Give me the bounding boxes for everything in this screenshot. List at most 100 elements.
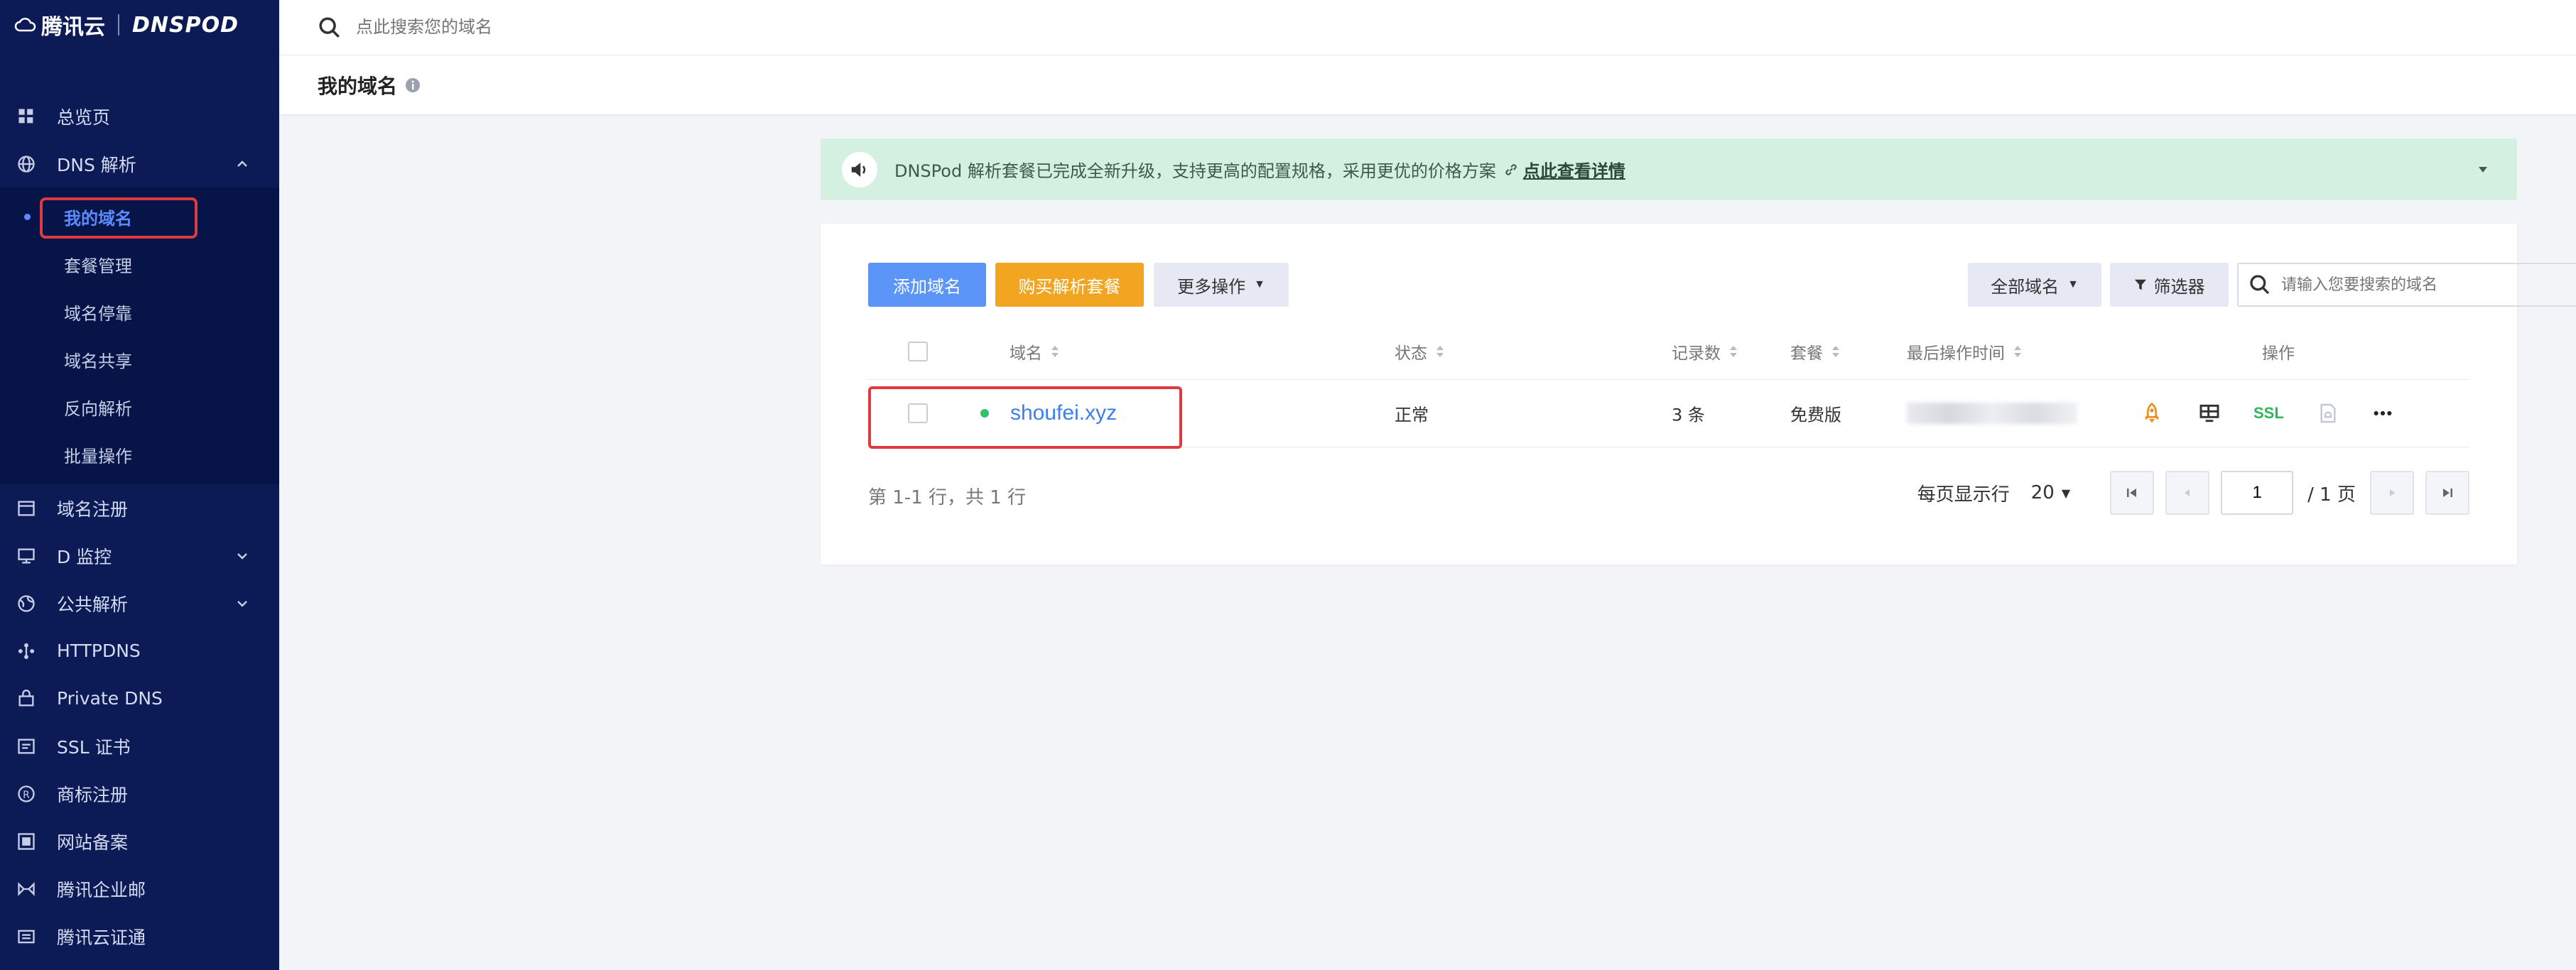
sidebar-item-label: D 监控 bbox=[57, 546, 112, 567]
sidebar-item-label: DNS 解析 bbox=[57, 154, 136, 175]
action-more[interactable] bbox=[2371, 402, 2394, 425]
document-lock-icon bbox=[2320, 403, 2336, 423]
sidebar-item-label: 网站备案 bbox=[57, 832, 129, 853]
sidebar-item-overview[interactable]: 总览页 bbox=[0, 92, 279, 140]
sidebar-item-dns[interactable]: DNS 解析 bbox=[0, 140, 279, 187]
total-pages-text: / 1 页 bbox=[2307, 484, 2356, 506]
domain-cell: shoufei.xyz bbox=[980, 401, 1117, 425]
more-horizontal-icon bbox=[2374, 410, 2392, 416]
grid-icon bbox=[16, 106, 37, 127]
table-header: 域名 状态 记录数 套餐 最后操作时间 操作 bbox=[868, 323, 2469, 380]
sidebar-item-private-dns[interactable]: Private DNS bbox=[0, 675, 279, 722]
sidebar-nav: 总览页 DNS 解析 我的域名 套餐管理 域名停靠 域名共享 反向解析 批量操作… bbox=[0, 92, 279, 960]
last-page-button[interactable] bbox=[2425, 471, 2469, 515]
sidebar-item-public-dns[interactable]: 公共解析 bbox=[0, 579, 279, 627]
row-checkbox[interactable] bbox=[908, 403, 928, 423]
sort-icon bbox=[1436, 344, 1444, 359]
select-all-checkbox[interactable] bbox=[908, 341, 928, 361]
sidebar-item-label: 腾讯企业邮 bbox=[57, 879, 146, 900]
global-domain-search-input[interactable] bbox=[356, 17, 924, 38]
header-last-op-time[interactable]: 最后操作时间 bbox=[1907, 339, 2022, 364]
sidebar-item-label: 公共解析 bbox=[57, 594, 129, 615]
brand-logo[interactable]: 腾讯云 DNSPOD bbox=[0, 0, 279, 50]
records-cell: 3 条 bbox=[1672, 405, 1705, 425]
header-last-op-label: 最后操作时间 bbox=[1907, 344, 2005, 363]
sidebar-item-trademark[interactable]: R 商标注册 bbox=[0, 770, 279, 817]
header-domain-label: 域名 bbox=[1010, 344, 1042, 363]
caret-down-icon[interactable] bbox=[2476, 165, 2490, 175]
header-actions: 操作 bbox=[2262, 339, 2295, 364]
caret-down-icon: ▼ bbox=[2061, 486, 2071, 500]
add-domain-button[interactable]: 添加域名 bbox=[868, 263, 986, 307]
table-row: shoufei.xyz 正常 3 条 免费版 SSL bbox=[868, 380, 2469, 449]
sidebar-item-reverse-dns[interactable]: 反向解析 bbox=[0, 383, 279, 431]
header-plan[interactable]: 套餐 bbox=[1790, 339, 1840, 364]
network-icon bbox=[16, 641, 37, 662]
per-page-label: 每页显示行 bbox=[1917, 484, 2010, 506]
prev-page-button[interactable] bbox=[2165, 471, 2210, 515]
speaker-icon bbox=[842, 151, 877, 187]
brand-divider bbox=[118, 14, 119, 36]
sidebar-item-plan-management[interactable]: 套餐管理 bbox=[0, 241, 279, 288]
registered-icon: R bbox=[16, 783, 37, 805]
select-all-cell bbox=[908, 341, 928, 361]
sidebar-item-domain-sharing[interactable]: 域名共享 bbox=[0, 336, 279, 383]
all-domains-dropdown[interactable]: 全部域名 ▼ bbox=[1968, 263, 2101, 307]
next-page-button[interactable] bbox=[2370, 471, 2414, 515]
banner-details-link[interactable]: 点此查看详情 bbox=[1523, 157, 1625, 182]
domain-search-box[interactable] bbox=[2237, 263, 2576, 307]
sidebar-item-batch-ops[interactable]: 批量操作 bbox=[0, 431, 279, 479]
header-status[interactable]: 状态 bbox=[1395, 339, 1444, 364]
row-count-text: 第 1-1 行，共 1 行 bbox=[868, 487, 1027, 508]
filter-button[interactable]: 筛选器 bbox=[2110, 263, 2229, 307]
sidebar-item-label: SSL 证书 bbox=[57, 736, 131, 758]
action-lock-doc[interactable] bbox=[2317, 402, 2339, 425]
more-actions-button[interactable]: 更多操作 ▼ bbox=[1154, 263, 1289, 307]
header-actions-label: 操作 bbox=[2262, 344, 2295, 363]
sidebar-item-icp-filing[interactable]: 网站备案 bbox=[0, 817, 279, 865]
header-records[interactable]: 记录数 bbox=[1672, 339, 1738, 364]
sidebar-item-ssl[interactable]: SSL 证书 bbox=[0, 722, 279, 770]
domain-search-input[interactable] bbox=[2281, 276, 2551, 294]
page-title: 我的域名 bbox=[318, 74, 398, 98]
certificate-icon bbox=[16, 736, 37, 757]
header-plan-label: 套餐 bbox=[1790, 344, 1823, 363]
first-page-icon bbox=[2127, 489, 2137, 497]
buy-plan-button[interactable]: 购买解析套餐 bbox=[995, 263, 1144, 307]
info-icon[interactable] bbox=[404, 77, 421, 94]
more-actions-label: 更多操作 bbox=[1177, 277, 1246, 297]
search-icon[interactable] bbox=[2248, 273, 2271, 296]
brand-cloud-name: 腾讯云 bbox=[41, 15, 105, 40]
sort-icon bbox=[1051, 344, 1059, 359]
sidebar-item-label: 域名注册 bbox=[57, 498, 129, 520]
sidebar-item-label: Private DNS bbox=[57, 688, 163, 709]
domain-link[interactable]: shoufei.xyz bbox=[1010, 401, 1117, 425]
caret-down-icon: ▼ bbox=[2067, 278, 2079, 290]
page-number-input[interactable] bbox=[2221, 471, 2294, 515]
sidebar-item-domain-registration[interactable]: 域名注册 bbox=[0, 484, 279, 532]
row-select-cell bbox=[908, 403, 928, 423]
highlight-box bbox=[40, 197, 197, 239]
sidebar-item-enterprise-mail[interactable]: 腾讯企业邮 bbox=[0, 865, 279, 912]
sidebar-item-cloud-id[interactable]: 腾讯云证通 bbox=[0, 912, 279, 960]
sidebar-item-my-domains[interactable]: 我的域名 bbox=[0, 193, 279, 241]
action-ssl[interactable]: SSL bbox=[2253, 404, 2284, 423]
sidebar-item-httpdns[interactable]: HTTPDNS bbox=[0, 627, 279, 675]
sort-icon bbox=[1729, 344, 1738, 359]
action-rocket[interactable] bbox=[2141, 402, 2163, 425]
sidebar-item-domain-parking[interactable]: 域名停靠 bbox=[0, 288, 279, 336]
sort-icon bbox=[2013, 344, 2022, 359]
sub-item-label: 域名共享 bbox=[64, 352, 132, 371]
per-page-select[interactable]: 20 ▼ bbox=[2031, 482, 2070, 503]
action-monitor[interactable] bbox=[2198, 402, 2221, 425]
rocket-icon bbox=[2145, 402, 2159, 423]
globe-icon bbox=[16, 153, 37, 175]
prev-page-icon bbox=[2185, 489, 2190, 496]
sub-item-label: 域名停靠 bbox=[64, 304, 132, 324]
lock-box-icon bbox=[16, 688, 37, 709]
first-page-button[interactable] bbox=[2110, 471, 2155, 515]
header-domain[interactable]: 域名 bbox=[1010, 339, 1059, 364]
monitor-icon bbox=[16, 545, 37, 567]
sidebar-item-d-monitor[interactable]: D 监控 bbox=[0, 532, 279, 579]
search-icon[interactable] bbox=[318, 16, 342, 40]
